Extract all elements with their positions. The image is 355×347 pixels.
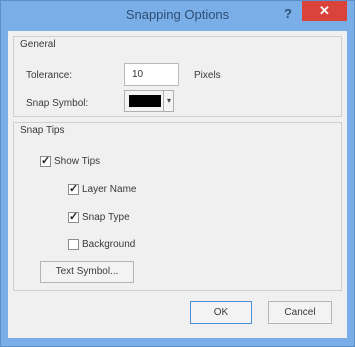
close-button[interactable]: ✕ bbox=[302, 1, 347, 21]
snap-type-label: Snap Type bbox=[82, 212, 130, 223]
general-group: General Tolerance: 10 Pixels Snap Symbol… bbox=[13, 36, 342, 117]
help-button[interactable]: ? bbox=[280, 5, 296, 23]
show-tips-checkbox[interactable]: ✓ bbox=[40, 156, 51, 167]
ok-button[interactable]: OK bbox=[190, 301, 252, 324]
snap-symbol-swatch bbox=[129, 95, 161, 107]
snap-symbol-label: Snap Symbol: bbox=[26, 98, 89, 109]
tolerance-input[interactable]: 10 bbox=[124, 63, 179, 86]
snap-type-checkbox[interactable]: ✓ bbox=[68, 212, 79, 223]
tolerance-label: Tolerance: bbox=[26, 70, 73, 81]
snap-symbol-color-picker[interactable]: ▾ bbox=[124, 90, 174, 112]
text-symbol-button[interactable]: Text Symbol... bbox=[40, 261, 134, 283]
dialog-body: General Tolerance: 10 Pixels Snap Symbol… bbox=[8, 31, 347, 338]
layer-name-checkbox[interactable]: ✓ bbox=[68, 184, 79, 195]
chevron-down-icon[interactable]: ▾ bbox=[163, 91, 174, 111]
title-bar[interactable]: Snapping Options ? ✕ bbox=[1, 1, 354, 28]
general-group-title: General bbox=[20, 39, 56, 50]
show-tips-label: Show Tips bbox=[54, 156, 101, 167]
snap-tips-group: Snap Tips ✓ Show Tips ✓ Layer Name ✓ Sna… bbox=[13, 122, 342, 291]
layer-name-label: Layer Name bbox=[82, 184, 137, 195]
tolerance-unit-label: Pixels bbox=[194, 70, 221, 81]
snap-tips-group-title: Snap Tips bbox=[20, 125, 65, 136]
background-label: Background bbox=[82, 239, 136, 250]
background-checkbox[interactable] bbox=[68, 239, 79, 250]
cancel-button[interactable]: Cancel bbox=[268, 301, 332, 324]
snapping-options-dialog: Snapping Options ? ✕ General Tolerance: … bbox=[0, 0, 355, 347]
